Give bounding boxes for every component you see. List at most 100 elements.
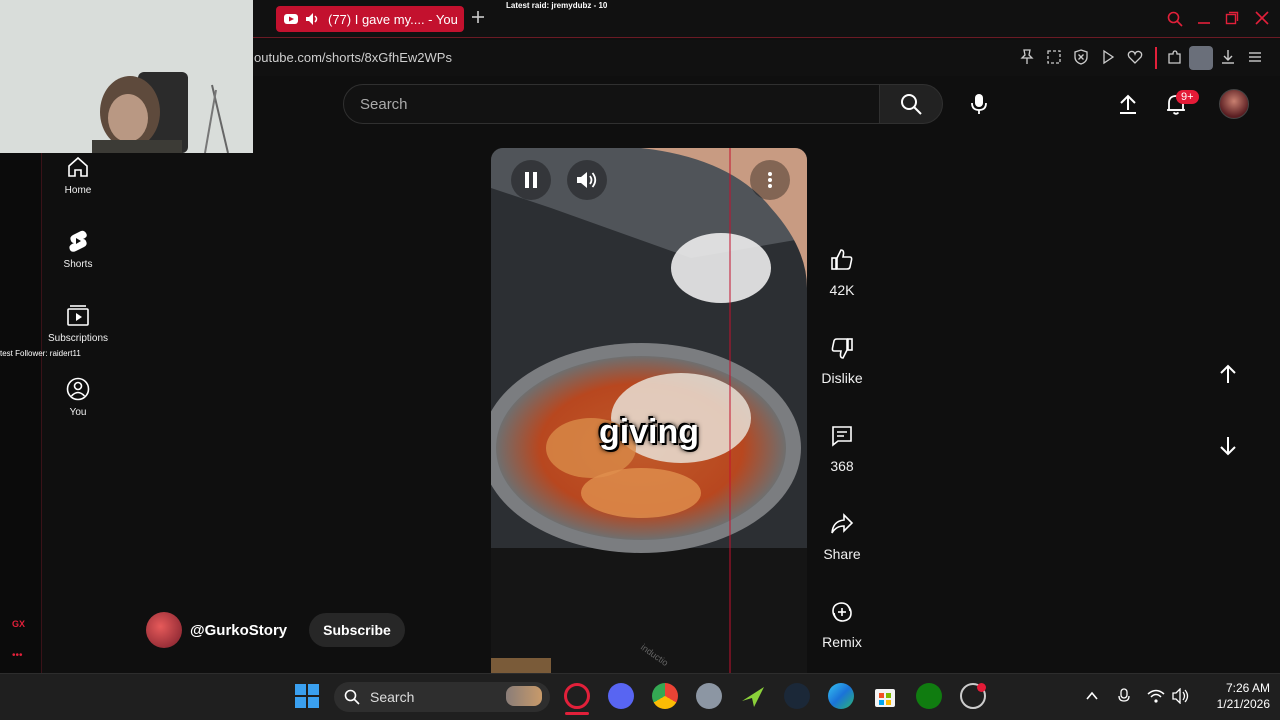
microphone-icon[interactable]	[967, 92, 991, 116]
close-icon[interactable]	[1255, 11, 1269, 25]
discord-icon[interactable]	[608, 683, 634, 709]
speaker-icon[interactable]	[1172, 688, 1190, 704]
channel-info: @GurkoStory Subscribe	[146, 612, 405, 648]
shorts-video-player[interactable]: giving inductio	[491, 148, 807, 673]
latest-raid-overlay: Latest raid: jremydubz - 10	[506, 1, 608, 10]
xbox-icon[interactable]	[916, 683, 942, 709]
chrome-icon[interactable]	[652, 683, 678, 709]
shield-x-icon[interactable]	[1073, 49, 1091, 67]
upload-icon[interactable]	[1116, 92, 1140, 116]
share-icon	[831, 513, 854, 534]
notifications-badge: 9+	[1176, 90, 1199, 104]
tab-title: (77) I gave my.... - You	[328, 11, 458, 27]
remix-button[interactable]: Remix	[818, 600, 866, 650]
search-highlight-image	[506, 686, 542, 706]
volume-button[interactable]	[567, 160, 607, 200]
sidebar-item-label: Shorts	[63, 259, 93, 270]
webcam-person-image	[0, 0, 253, 153]
next-short-button[interactable]	[1216, 434, 1240, 458]
windows-start-icon[interactable]	[295, 684, 319, 708]
webcam-overlay	[0, 0, 253, 153]
profile-extension-icon[interactable]	[1189, 46, 1213, 70]
active-app-indicator	[565, 712, 589, 715]
dislike-button[interactable]: Dislike	[818, 336, 866, 386]
comment-icon	[832, 426, 852, 447]
comments-button[interactable]: 368	[818, 424, 866, 474]
search-placeholder: Search	[360, 95, 408, 113]
maximize-icon[interactable]	[1225, 11, 1239, 25]
remix-label: Remix	[822, 634, 862, 650]
extensions-icon[interactable]	[1166, 49, 1184, 67]
microsoft-store-icon[interactable]	[872, 683, 898, 709]
recording-dot	[977, 683, 986, 692]
more-icon[interactable]: •••	[12, 650, 23, 661]
minimize-icon[interactable]	[1197, 11, 1211, 25]
latest-follower-overlay: test Follower: raidert11	[0, 349, 81, 358]
pin-icon[interactable]	[1019, 49, 1037, 67]
like-button[interactable]: 42K	[818, 248, 866, 298]
volume-icon	[577, 172, 597, 188]
subscriptions-icon	[67, 305, 89, 326]
taskbar-search-label: Search	[370, 689, 415, 705]
arrow-up-icon	[1220, 364, 1236, 383]
sidebar-item-label: Subscriptions	[47, 333, 109, 344]
edge-icon[interactable]	[828, 683, 854, 709]
play-icon[interactable]	[1100, 49, 1118, 67]
green-arrow-app-icon[interactable]	[740, 683, 766, 709]
sidebar-item-you[interactable]: You	[42, 377, 114, 418]
sidebar-item-shorts[interactable]: Shorts	[42, 229, 114, 270]
sidebar-item-subscriptions[interactable]: Subscriptions	[42, 303, 114, 344]
gx-label: GX	[12, 619, 26, 629]
more-vertical-icon	[768, 172, 772, 188]
chevron-up-icon[interactable]	[1085, 689, 1099, 703]
pause-icon	[525, 172, 537, 188]
url-field[interactable]: outube.com/shorts/8xGfhEw2WPs	[254, 50, 452, 65]
comments-count: 368	[830, 458, 854, 474]
clock-time: 7:26 AM	[1225, 681, 1270, 695]
channel-handle[interactable]: @GurkoStory	[190, 622, 287, 639]
like-count: 42K	[829, 282, 855, 298]
steam-icon[interactable]	[784, 683, 810, 709]
snapshot-icon[interactable]	[1046, 49, 1064, 67]
wifi-icon[interactable]	[1147, 688, 1165, 704]
subscribe-button[interactable]: Subscribe	[309, 613, 405, 647]
search-icon	[901, 94, 922, 115]
share-button[interactable]: Share	[818, 512, 866, 562]
browser-tab-active[interactable]: (77) I gave my.... - You	[276, 6, 464, 32]
user-icon	[66, 377, 90, 401]
search-window-icon[interactable]	[1167, 11, 1183, 27]
microphone-tray-icon[interactable]	[1117, 688, 1131, 704]
taskbar-clock[interactable]: 7:26 AM 1/21/2026	[1196, 680, 1270, 712]
account-avatar[interactable]	[1219, 89, 1249, 119]
video-caption: giving	[598, 413, 700, 451]
remix-icon	[832, 602, 852, 622]
previous-short-button[interactable]	[1216, 362, 1240, 386]
thumbs-up-icon	[831, 249, 853, 270]
sidebar-item-home[interactable]: Home	[42, 155, 114, 196]
arrow-down-icon	[1220, 437, 1236, 456]
thumbs-down-icon	[831, 338, 853, 359]
more-options-button[interactable]	[750, 160, 790, 200]
video-frame-image	[491, 148, 807, 673]
sidebar-item-label: Home	[64, 185, 92, 196]
search-input[interactable]: Search	[343, 84, 880, 124]
menu-icon[interactable]	[1247, 49, 1265, 67]
youtube-tab-icon	[284, 14, 298, 24]
divider	[1155, 47, 1157, 69]
share-label: Share	[823, 546, 861, 562]
side-panel-strip	[0, 153, 42, 673]
dislike-label: Dislike	[821, 370, 863, 386]
heart-icon[interactable]	[1127, 49, 1145, 67]
channel-avatar[interactable]	[146, 612, 182, 648]
search-icon	[344, 689, 360, 705]
tab-divider	[250, 37, 1280, 38]
download-icon[interactable]	[1220, 49, 1238, 67]
search-button[interactable]	[879, 84, 943, 124]
sidebar-item-label: You	[69, 407, 87, 418]
settings-gear-icon[interactable]	[696, 683, 722, 709]
shorts-icon	[69, 230, 87, 252]
new-tab-plus-icon[interactable]	[471, 10, 485, 24]
opera-gx-icon[interactable]	[564, 683, 590, 709]
speaker-tab-icon[interactable]	[306, 13, 320, 25]
pause-button[interactable]	[511, 160, 551, 200]
